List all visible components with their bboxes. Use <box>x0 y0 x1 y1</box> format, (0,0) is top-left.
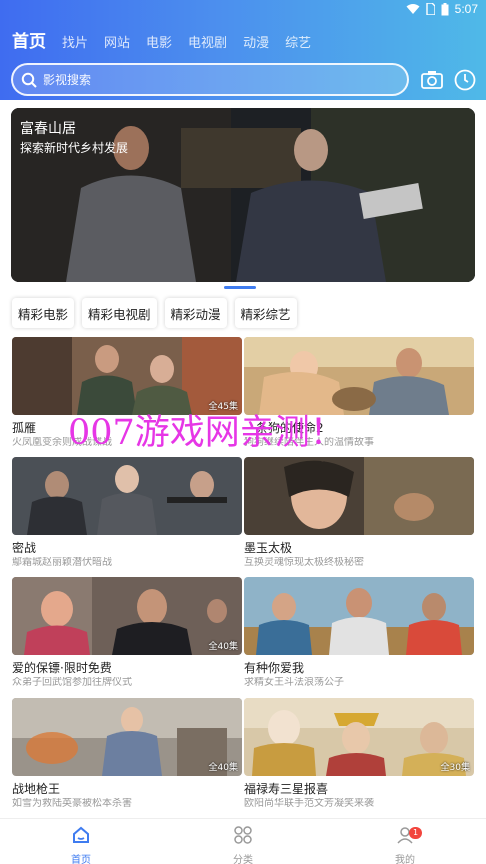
episode-badge: 全30集 <box>440 763 470 773</box>
video-title: 孤雁 <box>12 421 37 435</box>
episode-badge: 全45集 <box>208 402 238 412</box>
video-thumbnail: 全30集 <box>244 698 474 776</box>
video-title: 福禄寿三星报喜 <box>244 782 329 796</box>
nav-home-label: 首页 <box>71 855 91 864</box>
video-title: 有种你爱我 <box>244 661 305 675</box>
grid-icon <box>234 826 252 844</box>
video-card[interactable]: 全30集 福禄寿三星报喜 欧阳尚华联手范文芳凝笑来袭 <box>244 698 474 810</box>
video-description: 众弟子回武馆参加往牌仪式 <box>12 677 132 688</box>
tab-variety[interactable]: 综艺 <box>285 34 311 54</box>
video-description: 如雪为救陆英豪被松本杀害 <box>12 798 132 809</box>
search-icon <box>21 72 37 88</box>
search-bar[interactable] <box>11 63 409 96</box>
category-anime[interactable]: 精彩动漫 <box>164 298 227 328</box>
video-thumbnail: 全40集 <box>12 698 242 776</box>
episode-badge: 全40集 <box>208 642 238 652</box>
video-card[interactable]: 全40集 战地枪王 如雪为救陆英豪被松本杀害 <box>12 698 242 810</box>
video-title: 爱的保镖·限时免费 <box>12 661 112 675</box>
category-variety[interactable]: 精彩综艺 <box>234 298 297 328</box>
banner-subtitle: 探索新时代乡村发展 <box>20 141 129 155</box>
bottom-nav: 首页 分类 1 我的 <box>0 818 486 864</box>
video-thumbnail <box>244 337 474 415</box>
camera-icon[interactable] <box>420 68 444 92</box>
video-thumbnail <box>244 457 474 535</box>
status-bar: 5:07 <box>0 0 486 20</box>
video-description: 鄢霜城赵丽颖潜伏暗战 <box>12 557 112 568</box>
notification-badge: 1 <box>409 827 423 839</box>
nav-category[interactable]: 分类 <box>213 825 273 864</box>
video-thumbnail: 全40集 <box>12 577 242 655</box>
banner-image <box>11 108 475 282</box>
sim-icon <box>425 3 435 15</box>
video-card[interactable]: 密战 鄢霜城赵丽颖潜伏暗战 <box>12 457 242 569</box>
video-description: 狗狗继续陪伴主人的温情故事 <box>244 437 374 448</box>
header: 5:07 首页 找片 网站 电影 电视剧 动漫 综艺 <box>0 0 486 100</box>
episode-badge: 全40集 <box>208 763 238 773</box>
status-time: 5:07 <box>454 2 478 16</box>
tab-sites[interactable]: 网站 <box>104 34 130 54</box>
video-title: 一条狗的使命2 <box>244 421 324 435</box>
video-card[interactable]: 墨玉太极 互换灵魂惊现太极终极秘密 <box>244 457 474 569</box>
video-card[interactable]: 一条狗的使命2 狗狗继续陪伴主人的温情故事 <box>244 337 474 449</box>
video-description: 欧阳尚华联手范文芳凝笑来袭 <box>244 798 374 809</box>
banner-title: 富春山居 <box>20 121 76 137</box>
wifi-icon <box>406 4 420 14</box>
category-movies[interactable]: 精彩电影 <box>12 298 75 328</box>
video-title: 墨玉太极 <box>244 541 293 555</box>
history-icon[interactable] <box>453 68 477 92</box>
tab-home[interactable]: 首页 <box>12 30 46 54</box>
nav-profile[interactable]: 1 我的 <box>375 825 435 864</box>
tab-tv[interactable]: 电视剧 <box>188 34 227 54</box>
battery-icon <box>441 2 449 15</box>
video-title: 战地枪王 <box>12 782 61 796</box>
nav-profile-label: 我的 <box>395 855 415 864</box>
nav-home[interactable]: 首页 <box>51 825 111 864</box>
video-card[interactable]: 全45集 孤雁 火凤凰变余则成战谍战 <box>12 337 242 449</box>
video-thumbnail <box>244 577 474 655</box>
carousel-indicator <box>224 286 256 289</box>
category-row: 精彩电影 精彩电视剧 精彩动漫 精彩综艺 <box>12 298 297 328</box>
video-card[interactable]: 有种你爱我 求精女王斗法浪荡公子 <box>244 577 474 689</box>
nav-category-label: 分类 <box>233 855 253 864</box>
tab-find[interactable]: 找片 <box>62 34 88 54</box>
banner-carousel[interactable]: 富春山居 探索新时代乡村发展 <box>11 108 475 282</box>
video-description: 求精女王斗法浪荡公子 <box>244 677 344 688</box>
video-thumbnail <box>12 457 242 535</box>
category-tv[interactable]: 精彩电视剧 <box>82 298 157 328</box>
video-thumbnail: 全45集 <box>12 337 242 415</box>
search-input[interactable] <box>43 72 383 87</box>
video-card[interactable]: 全40集 爱的保镖·限时免费 众弟子回武馆参加往牌仪式 <box>12 577 242 689</box>
tab-movies[interactable]: 电影 <box>146 34 172 54</box>
home-icon <box>73 826 89 843</box>
video-description: 火凤凰变余则成战谍战 <box>12 437 112 448</box>
video-title: 密战 <box>12 541 37 555</box>
tab-anime[interactable]: 动漫 <box>243 34 269 54</box>
video-description: 互换灵魂惊现太极终极秘密 <box>244 557 364 568</box>
top-tabs: 首页 找片 网站 电影 电视剧 动漫 综艺 <box>12 28 327 54</box>
